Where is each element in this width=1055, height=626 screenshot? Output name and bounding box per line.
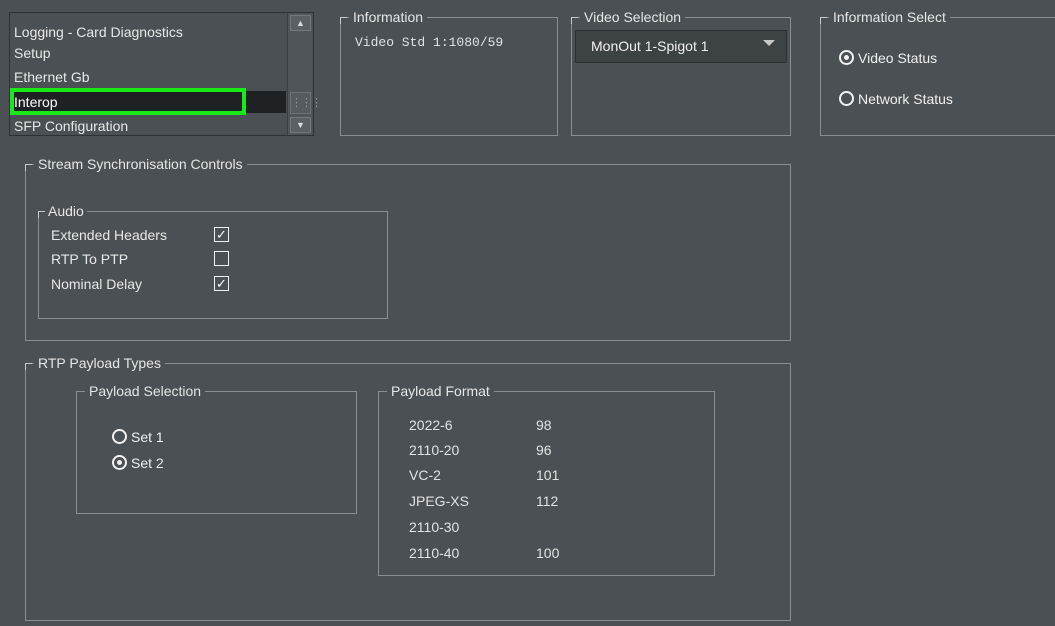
payload-format-name: 2110-20 (409, 442, 460, 458)
radio-label: Network Status (858, 91, 953, 107)
extended-headers-label: Extended Headers (51, 227, 167, 243)
stream-sync-title: Stream Synchronisation Controls (34, 155, 247, 173)
scroll-thumb[interactable]: ⋮⋮⋮ (290, 92, 322, 114)
payload-selection-title: Payload Selection (85, 382, 206, 400)
nominal-delay-label: Nominal Delay (51, 276, 143, 292)
payload-format-name: 2110-40 (409, 545, 460, 561)
video-selection-dropdown[interactable]: MonOut 1-Spigot 1 (575, 30, 787, 63)
extended-headers-checkbox[interactable]: ✓ (214, 227, 229, 242)
radio-unchecked-icon (839, 91, 854, 106)
scroll-down-icon[interactable]: ▼ (290, 117, 311, 133)
payload-format-title: Payload Format (387, 382, 494, 400)
selection-highlight (10, 88, 246, 115)
list-item-logging[interactable]: Logging - Card Diagnostics (10, 21, 286, 43)
video-standard-text: Video Std 1:1080/59 (355, 35, 504, 50)
information-title: Information (349, 8, 428, 26)
radio-network-status[interactable]: Network Status (839, 90, 953, 108)
rtp-to-ptp-checkbox[interactable] (214, 251, 229, 266)
radio-checked-icon (112, 455, 127, 470)
list-item-setup[interactable]: Setup (10, 42, 286, 64)
rtp-payload-title: RTP Payload Types (34, 354, 165, 372)
scroll-up-icon[interactable]: ▲ (290, 15, 311, 31)
chevron-down-icon (763, 40, 775, 46)
payload-format-value: 101 (536, 467, 560, 483)
payload-format-value: 112 (536, 493, 559, 509)
payload-format-name: JPEG-XS (409, 493, 469, 509)
radio-unchecked-icon (112, 429, 127, 444)
radio-label: Set 1 (131, 429, 164, 445)
radio-checked-icon (839, 50, 854, 65)
radio-set-1[interactable]: Set 1 (112, 428, 164, 446)
payload-format-name: VC-2 (409, 467, 441, 483)
radio-video-status[interactable]: Video Status (839, 49, 937, 67)
list-scrollbar[interactable]: ▲ ⋮⋮⋮ ▼ (287, 13, 322, 135)
list-item-ethernet[interactable]: Ethernet Gb (10, 66, 286, 88)
payload-format-name: 2022-6 (409, 417, 453, 433)
payload-format-value: 96 (536, 442, 552, 458)
radio-set-2[interactable]: Set 2 (112, 454, 164, 472)
radio-label: Set 2 (131, 455, 164, 471)
payload-format-name: 2110-30 (409, 519, 460, 535)
payload-format-value: 100 (536, 545, 560, 561)
video-selection-value: MonOut 1-Spigot 1 (591, 38, 709, 54)
rtp-to-ptp-label: RTP To PTP (51, 251, 129, 267)
page-list: Logging - Card Diagnostics Setup Etherne… (9, 12, 314, 136)
information-group: Information Video Std 1:1080/59 (340, 8, 558, 136)
payload-selection-group: Payload Selection Set 1 Set 2 (76, 382, 357, 514)
payload-format-value: 98 (536, 417, 552, 433)
information-select-title: Information Select (829, 8, 950, 26)
video-selection-title: Video Selection (580, 8, 686, 26)
audio-title: Audio (45, 202, 87, 220)
radio-label: Video Status (858, 50, 938, 66)
nominal-delay-checkbox[interactable]: ✓ (214, 276, 229, 291)
information-select-group: Information Select Video Status Network … (820, 8, 1055, 136)
list-item-sfp[interactable]: SFP Configuration (10, 115, 286, 135)
